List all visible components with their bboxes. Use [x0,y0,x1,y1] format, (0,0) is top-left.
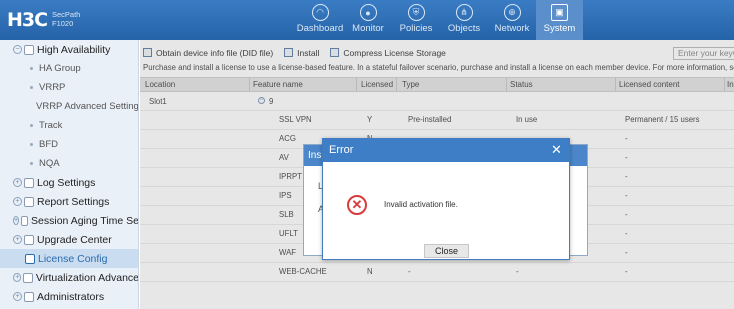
error-dialog-titlebar: Error ✕ [323,139,569,162]
nav-label: System [543,23,576,34]
expand-icon[interactable]: + [13,273,22,282]
nav-label: Objects [447,23,481,34]
policies-icon: ⛨ [407,4,425,21]
nav-label: Dashboard [296,23,344,34]
nav-policies[interactable]: ⛨ Policies [392,0,440,40]
main-nav: ◠ Dashboard ● Monitor ⛨ Policies ⋔ Objec… [296,0,583,40]
nav-label: Monitor [352,23,384,34]
sidebar-item-ha-group[interactable]: HA Group [0,59,138,78]
nav-network[interactable]: ⊕ Network [488,0,536,40]
virtualization-icon [23,272,33,283]
sidebar-item-vrrp[interactable]: VRRP [0,78,138,97]
expand-icon[interactable]: + [13,292,22,301]
report-icon [24,196,34,207]
error-icon: ✕ [347,195,367,215]
expand-icon[interactable]: + [13,197,22,206]
sidebar-item-label: Report Settings [37,195,110,208]
bullet-icon [30,67,33,70]
nav-label: Policies [399,23,433,34]
product-model-number: F1020 [52,19,74,28]
nav-label: Network [494,23,530,34]
sidebar-item-administrators[interactable]: + Administrators [0,287,138,306]
bullet-icon [30,162,33,165]
sidebar-item-license-config[interactable]: License Config [0,249,138,268]
error-message: Invalid activation file. [384,200,458,209]
bullet-icon [30,124,33,127]
sidebar-item-label: Administrators [37,290,105,303]
h3c-logo: H3C [7,9,48,31]
nav-monitor[interactable]: ● Monitor [344,0,392,40]
sidebar-item-label: VRRP [39,82,66,93]
expand-icon[interactable]: + [13,235,22,244]
sidebar-item-label: NQA [39,158,60,169]
sidebar-item-label: Track [39,120,63,131]
administrators-icon [24,291,34,302]
nav-dashboard[interactable]: ◠ Dashboard [296,0,344,40]
sidebar-item-label: Session Aging Time Se [31,214,139,227]
network-icon: ⊕ [503,4,521,21]
objects-icon: ⋔ [455,4,473,21]
sidebar-item-log-settings[interactable]: + Log Settings [0,173,138,192]
sidebar-item-nqa[interactable]: NQA [0,154,138,173]
monitor-icon: ● [359,4,377,21]
sidebar-item-upgrade-center[interactable]: + Upgrade Center [0,230,138,249]
nav-objects[interactable]: ⋔ Objects [440,0,488,40]
sidebar-item-label: VRRP Advanced Settings [36,101,139,112]
product-line: SecPath [52,10,81,19]
sidebar-item-label: High Availability [37,43,111,56]
sidebar-item-track[interactable]: Track [0,116,138,135]
error-dialog: Error ✕ ✕ Invalid activation file. Close [322,138,570,260]
sidebar-item-label: BFD [39,139,58,150]
expand-icon[interactable]: + [13,178,22,187]
sidebar-item-label: Log Settings [37,176,96,189]
sidebar-item-label: License Config [38,252,108,265]
product-model: SecPath F1020 [52,10,80,28]
log-icon [24,177,34,188]
system-icon: ▣ [551,4,568,21]
close-button[interactable]: Close [424,244,469,258]
sidebar-item-label: Upgrade Center [37,233,112,246]
sidebar-item-bfd[interactable]: BFD [0,135,138,154]
error-dialog-title: Error [329,144,354,156]
high-availability-icon [24,44,34,55]
sidebar-item-vrrp-advanced[interactable]: VRRP Advanced Settings [0,97,139,116]
top-header: H3C SecPath F1020 ◠ Dashboard ● Monitor … [0,0,734,40]
sidebar-item-report-settings[interactable]: + Report Settings [0,192,138,211]
sidebar-item-virtualization[interactable]: + Virtualization Advance [0,268,139,287]
sidebar-item-label: Virtualization Advance [35,271,139,284]
bullet-icon [30,143,33,146]
dashboard-icon: ◠ [311,4,329,21]
sidebar-item-session-aging[interactable]: + Session Aging Time Se [0,211,139,230]
expand-icon[interactable]: + [13,216,20,225]
expand-icon[interactable]: − [13,45,22,54]
license-icon [25,253,35,264]
sidebar: − High Availability HA Group VRRP VRRP A… [0,40,139,309]
sidebar-item-high-availability[interactable]: − High Availability [0,40,138,59]
session-icon [21,215,29,226]
upgrade-icon [24,234,34,245]
bullet-icon [30,86,33,89]
nav-system[interactable]: ▣ System [536,0,583,40]
close-icon[interactable]: ✕ [550,143,563,156]
sidebar-item-label: HA Group [39,63,81,74]
